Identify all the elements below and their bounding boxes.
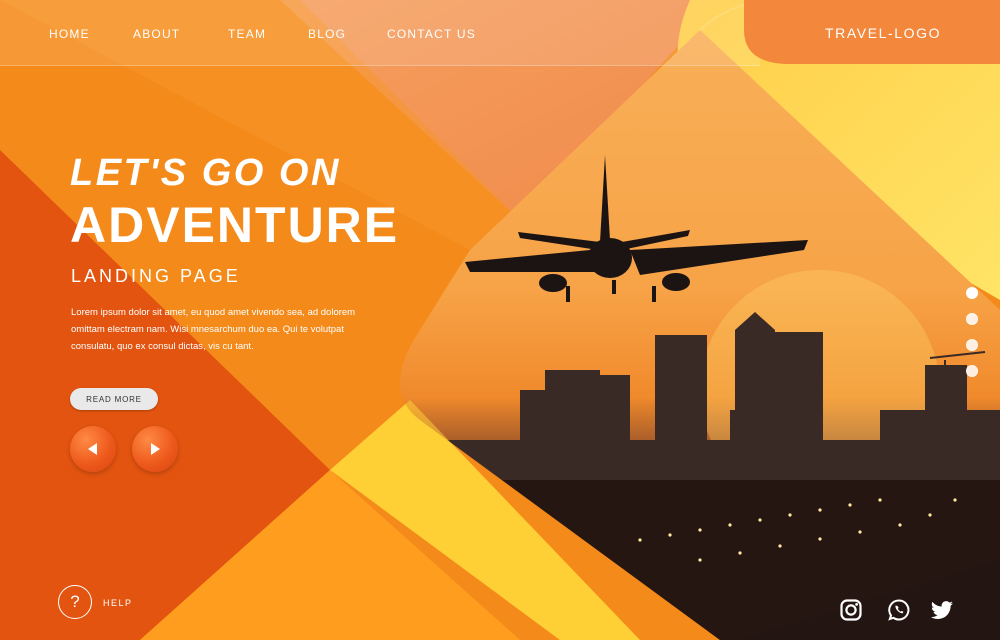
hero-headline-line1: LET'S GO ON bbox=[70, 152, 341, 194]
read-more-button[interactable]: READ MORE bbox=[70, 388, 158, 410]
hero-subtitle: LANDING PAGE bbox=[71, 266, 241, 286]
nav-contact-us[interactable]: CONTACT US bbox=[387, 27, 476, 41]
twitter-icon[interactable] bbox=[930, 598, 954, 622]
slide-dot-4[interactable] bbox=[966, 365, 978, 377]
next-slide-button[interactable] bbox=[132, 426, 178, 472]
hero-headline-line2: ADVENTURE bbox=[70, 197, 400, 253]
help-button[interactable]: ? bbox=[58, 585, 92, 619]
nav-about[interactable]: ABOUT bbox=[133, 27, 180, 41]
travel-logo[interactable]: TRAVEL-LOGO bbox=[825, 25, 941, 41]
nav-divider bbox=[0, 65, 760, 66]
previous-slide-button[interactable] bbox=[70, 426, 116, 472]
question-mark-icon: ? bbox=[70, 592, 80, 611]
triangle-left-icon bbox=[88, 443, 97, 455]
slide-dot-1[interactable] bbox=[966, 287, 978, 299]
slide-dot-3[interactable] bbox=[966, 339, 978, 351]
triangle-right-icon bbox=[151, 443, 160, 455]
slide-dot-2[interactable] bbox=[966, 313, 978, 325]
nav-team[interactable]: TEAM bbox=[228, 27, 266, 41]
nav-blog[interactable]: BLOG bbox=[308, 27, 346, 41]
top-navigation: HOME ABOUT TEAM BLOG CONTACT US TRAVEL-L… bbox=[0, 0, 1000, 66]
landing-page: HOME ABOUT TEAM BLOG CONTACT US TRAVEL-L… bbox=[0, 0, 1000, 640]
nav-home[interactable]: HOME bbox=[49, 27, 90, 41]
hero-body-text: Lorem ipsum dolor sit amet, eu quod amet… bbox=[71, 307, 356, 352]
help-label: HELP bbox=[103, 598, 133, 608]
instagram-icon[interactable] bbox=[839, 598, 863, 622]
whatsapp-icon[interactable] bbox=[887, 598, 911, 622]
